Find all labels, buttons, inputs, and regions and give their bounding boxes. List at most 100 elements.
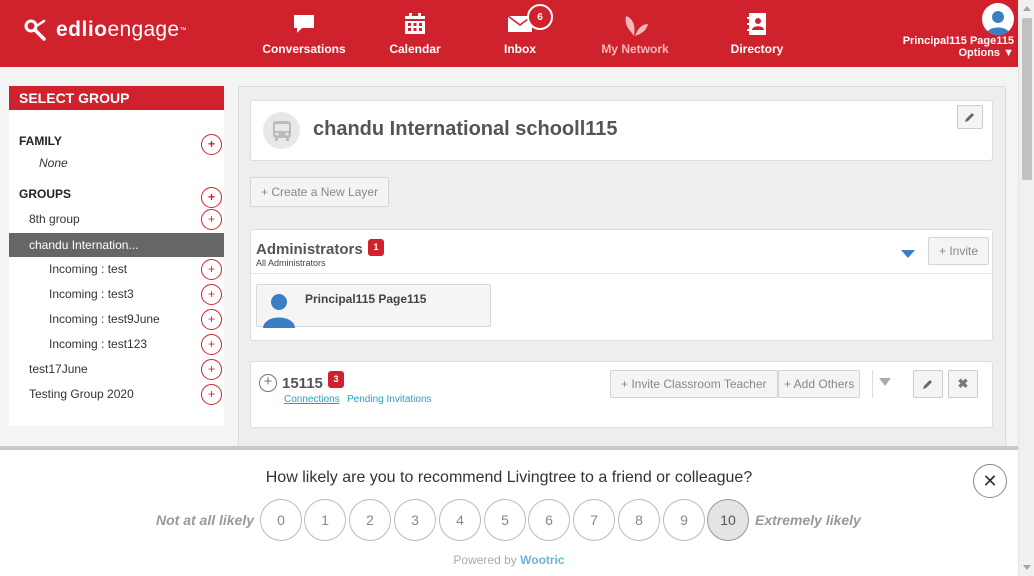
connections-link[interactable]: Connections [284,394,340,405]
score-0-button[interactable]: 0 [260,499,302,541]
score-9-button[interactable]: 9 [663,499,705,541]
sidebar-item-incoming-test9june[interactable]: Incoming : test9June + [9,307,224,331]
edit-group-button[interactable] [913,370,943,398]
score-6-button[interactable]: 6 [528,499,570,541]
expand-administrators-icon[interactable] [901,250,915,258]
add-others-button[interactable]: + Add Others [778,370,861,398]
powered-by: Powered by Wootric [0,553,1018,567]
group-label: Testing Group 2020 [29,387,134,401]
group-options-dropdown-icon[interactable] [879,378,891,386]
pencil-icon [923,380,932,389]
user-name: Principal115 Page115 [902,35,1014,47]
nps-survey-panel: How likely are you to recommend Livingtr… [0,446,1018,576]
survey-question: How likely are you to recommend Livingtr… [265,469,753,486]
sidebar-section-family: FAMILY + [9,129,224,155]
invite-classroom-teacher-button[interactable]: + Invite Classroom Teacher [610,370,778,398]
sidebar-section-groups: GROUPS + [9,182,224,208]
add-subgroup-button[interactable]: + [201,284,222,305]
logo-trademark: ™ [179,26,187,34]
group-label: test17June [29,362,88,376]
directory-book-icon [747,13,766,35]
sidebar-item-incoming-test123[interactable]: Incoming : test123 + [9,332,224,356]
close-survey-button[interactable]: ✕ [973,464,1007,498]
sidebar-item-chandu-international[interactable]: chandu Internation... [9,233,224,257]
logo-text-bold: edlio [56,18,108,41]
score-2-button[interactable]: 2 [349,499,391,541]
powered-by-prefix: Powered by [453,553,517,567]
divider [872,370,873,398]
member-name: Principal115 Page115 [305,292,427,306]
edlio-engage-logo[interactable]: edlio engage ™ [24,18,186,42]
delete-group-button[interactable]: ✖ [948,370,978,398]
score-5-button[interactable]: 5 [484,499,526,541]
score-3-button[interactable]: 3 [394,499,436,541]
user-menu[interactable]: Principal115 Page115 Options ▼ [903,3,1014,59]
sidebar-item-8th-group[interactable]: 8th group + [9,207,224,231]
select-group-sidebar: SELECT GROUP FAMILY + None GROUPS + 8th … [9,86,224,426]
group-label: chandu Internation... [29,238,139,252]
sidebar-title: SELECT GROUP [9,86,224,110]
add-subgroup-button[interactable]: + [201,209,222,230]
family-none: None [39,156,68,170]
add-subgroup-button[interactable]: + [201,259,222,280]
member-card[interactable]: Principal115 Page115 [256,284,491,328]
pending-invitations-link[interactable]: Pending Invitations [347,394,432,405]
sidebar-item-test17june[interactable]: test17June + [9,357,224,381]
calendar-icon [405,13,425,34]
sidebar-item-incoming-test[interactable]: Incoming : test + [9,257,224,281]
edit-school-button[interactable] [957,105,983,129]
groups-label: GROUPS [19,187,72,201]
page-scrollbar[interactable] [1018,0,1034,576]
score-8-button[interactable]: 8 [618,499,660,541]
options-dropdown[interactable]: Options ▼ [903,47,1015,59]
add-subgroup-button[interactable]: + [201,359,222,380]
group-label: Incoming : test9June [49,312,160,326]
school-bus-icon [272,120,291,141]
pencil-icon [965,113,974,122]
user-avatar[interactable] [982,3,1014,35]
top-navigation-bar: edlio engage ™ Conversations Calendar 6 … [0,0,1018,67]
add-subgroup-button[interactable]: + [201,384,222,405]
score-1-button[interactable]: 1 [304,499,346,541]
scroll-up-arrow-icon[interactable] [1023,6,1031,11]
scroll-down-arrow-icon[interactable] [1023,565,1031,570]
nav-my-network[interactable]: My Network [580,10,690,56]
group-label: Incoming : test [49,262,128,276]
add-group-button[interactable]: + [201,187,222,208]
add-subgroup-button[interactable]: + [201,309,222,330]
wootric-link[interactable]: Wootric [520,553,564,567]
group-label: Incoming : test123 [49,337,148,351]
nav-my-network-label: My Network [601,42,669,56]
group-label: Incoming : test3 [49,287,134,301]
extremely-likely-label: Extremely likely [755,512,861,528]
nav-inbox[interactable]: 6 Inbox [465,4,575,56]
nav-calendar[interactable]: Calendar [360,10,470,56]
invite-admin-button[interactable]: + Invite [928,237,990,265]
expand-group-plus-icon[interactable]: + [259,374,277,392]
logo-text-light: engage [107,18,180,41]
nav-directory[interactable]: Directory [702,10,812,56]
group-15115-card: + 15115 3 Connections Pending Invitation… [250,361,993,428]
sidebar-item-incoming-test3[interactable]: Incoming : test3 + [9,282,224,306]
close-icon: ✕ [982,470,998,491]
nav-conversations[interactable]: Conversations [249,10,359,56]
score-4-button[interactable]: 4 [439,499,481,541]
score-10-button[interactable]: 10 [707,499,749,541]
nav-conversations-label: Conversations [262,42,346,56]
score-7-button[interactable]: 7 [573,499,615,541]
member-avatar-icon [263,294,295,328]
school-bus-avatar [263,112,300,149]
group-label: 8th group [29,212,80,226]
divider [251,273,992,274]
family-label: FAMILY [19,134,62,148]
nav-calendar-label: Calendar [389,42,441,56]
add-subgroup-button[interactable]: + [201,334,222,355]
administrators-count-badge: 1 [368,239,384,256]
scroll-thumb[interactable] [1022,18,1032,180]
administrators-subtitle: All Administrators [256,258,326,268]
sidebar-item-testing-group-2020[interactable]: Testing Group 2020 + [9,382,224,406]
nav-inbox-label: Inbox [504,42,536,56]
user-avatar-icon [986,11,1010,35]
chat-bubble-icon [294,15,314,33]
create-new-layer-button[interactable]: + Create a New Layer [250,177,390,207]
